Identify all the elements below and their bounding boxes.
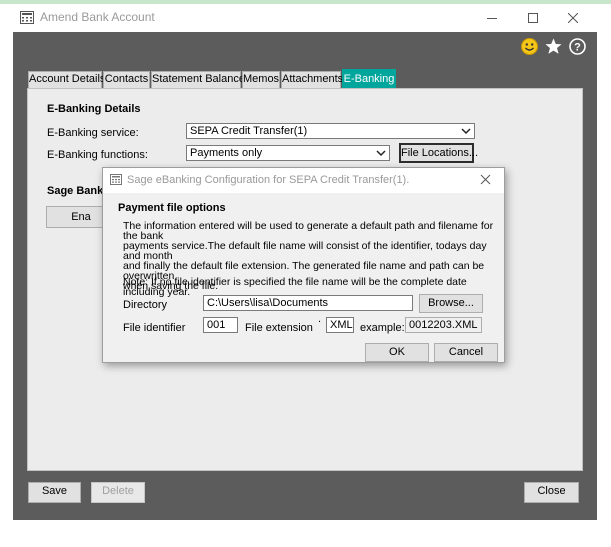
description-line: The information entered will be used to … [123,220,494,242]
save-button[interactable]: Save [28,482,81,503]
maximize-button[interactable] [513,4,553,32]
delete-button[interactable]: Delete [91,482,145,503]
e-banking-functions-select[interactable]: Payments only [186,145,390,161]
description-line: payments service.The default file name w… [123,240,487,262]
window-titlebar: Amend Bank Account [13,4,597,32]
cancel-button[interactable]: Cancel [434,343,498,362]
dialog-body: Payment file options The information ent… [103,193,504,362]
close-icon [568,13,578,23]
star-icon[interactable] [544,37,563,56]
directory-label: Directory [123,299,168,311]
directory-input[interactable]: C:\Users\lisa\Documents [203,295,413,311]
close-window-button[interactable] [553,4,593,32]
close-button[interactable]: Close [524,482,579,503]
dialog-titlebar: Sage eBanking Configuration for SEPA Cre… [103,168,504,193]
file-extension-input[interactable]: XML [326,317,354,333]
window-toolbar: ? [13,32,597,64]
sage-app-icon [20,11,34,24]
tab-memos[interactable]: Memos [242,71,280,88]
dialog-close-button[interactable] [480,174,494,188]
enable-button-label: Ena [71,211,91,223]
dialog-title: Sage eBanking Configuration for SEPA Cre… [127,174,410,186]
e-banking-service-select[interactable]: SEPA Credit Transfer(1) [186,123,475,139]
help-icon[interactable]: ? [568,37,587,56]
maximize-icon [528,13,538,23]
file-identifier-label: File identifier [123,322,186,334]
tab-e-banking[interactable]: E-Banking [342,69,396,89]
file-extension-label: File extension [245,322,313,334]
e-banking-details-heading: E-Banking Details [47,103,141,115]
chevron-down-icon [376,150,386,157]
minimize-icon [487,18,497,19]
e-banking-functions-value: Payments only [190,147,263,159]
e-banking-functions-label: E-Banking functions: [47,149,148,161]
ok-button[interactable]: OK [365,343,429,362]
example-label: example: [360,322,405,334]
e-banking-service-label: E-Banking service: [47,127,139,139]
dialog-app-icon [110,174,122,185]
window-title: Amend Bank Account [40,10,155,24]
extension-dot: . [318,313,322,325]
browse-button[interactable]: Browse... [419,294,483,313]
payment-file-options-heading: Payment file options [118,202,226,214]
smiley-icon[interactable] [520,37,539,56]
tab-contacts[interactable]: Contacts [103,71,150,88]
svg-text:?: ? [574,42,581,54]
tab-attachments[interactable]: Attachments [281,71,343,88]
tab-statement-balances[interactable]: Statement Balances [151,71,250,88]
e-banking-service-value: SEPA Credit Transfer(1) [190,125,308,137]
tab-account-details[interactable]: Account Details [28,71,105,88]
minimize-button[interactable] [472,4,512,32]
file-locations-button[interactable]: File Locations... [399,143,478,163]
close-icon [480,174,491,185]
file-identifier-input[interactable]: 001 [203,317,238,333]
example-value: 0012203.XML [405,317,482,333]
ebanking-configuration-dialog: Sage eBanking Configuration for SEPA Cre… [102,167,505,363]
chevron-down-icon [461,128,471,135]
